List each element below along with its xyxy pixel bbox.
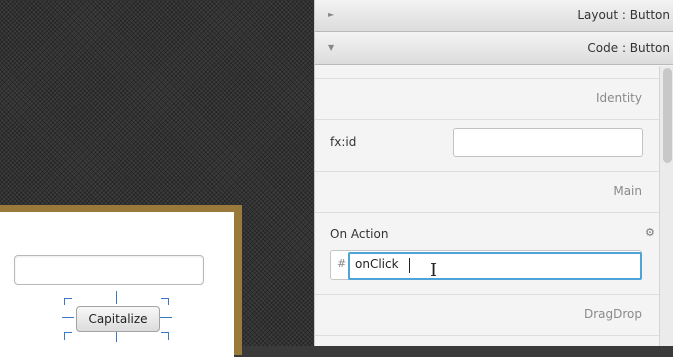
code-panel-content: Identity fx:id Main On Action ⚙ # onClic… xyxy=(315,66,659,346)
identity-subheader-label: Identity xyxy=(596,91,642,105)
inspector-scrollbar[interactable] xyxy=(659,66,673,346)
text-caret xyxy=(409,258,410,273)
on-action-label: On Action xyxy=(330,227,389,241)
hash-prefix: # xyxy=(337,257,347,270)
dragdrop-subheader: DragDrop xyxy=(315,294,659,336)
collapse-arrow-icon: ▼ xyxy=(328,43,335,52)
on-action-field[interactable]: # onClick xyxy=(330,250,642,280)
main-subheader: Main xyxy=(315,171,659,213)
layout-section-header[interactable]: ► Layout : Button xyxy=(315,0,673,32)
scrollbar-thumb[interactable] xyxy=(663,68,672,163)
gear-icon[interactable]: ⚙ xyxy=(645,226,655,239)
preview-text-field[interactable] xyxy=(14,255,204,285)
inspector-panel: ► Layout : Button ▼ Code : Button Identi… xyxy=(314,0,673,346)
stage-frame: Capitalize xyxy=(0,205,242,357)
stage-content: Capitalize xyxy=(0,212,234,357)
code-section-header[interactable]: ▼ Code : Button xyxy=(315,33,673,65)
dragdrop-subheader-label: DragDrop xyxy=(583,307,642,321)
ibeam-cursor-icon: I xyxy=(430,260,438,281)
design-canvas: Capitalize xyxy=(0,0,314,357)
fxid-label: fx:id xyxy=(330,135,357,149)
code-section-title: Code : Button xyxy=(587,41,670,55)
expand-arrow-icon: ► xyxy=(328,10,335,19)
capitalize-button[interactable]: Capitalize xyxy=(76,306,160,332)
fxid-field[interactable] xyxy=(453,128,643,157)
on-action-value: onClick xyxy=(355,257,399,271)
main-subheader-label: Main xyxy=(613,184,642,198)
layout-section-title: Layout : Button xyxy=(577,8,670,22)
on-action-input[interactable]: onClick xyxy=(348,252,642,280)
identity-subheader: Identity xyxy=(315,78,659,120)
